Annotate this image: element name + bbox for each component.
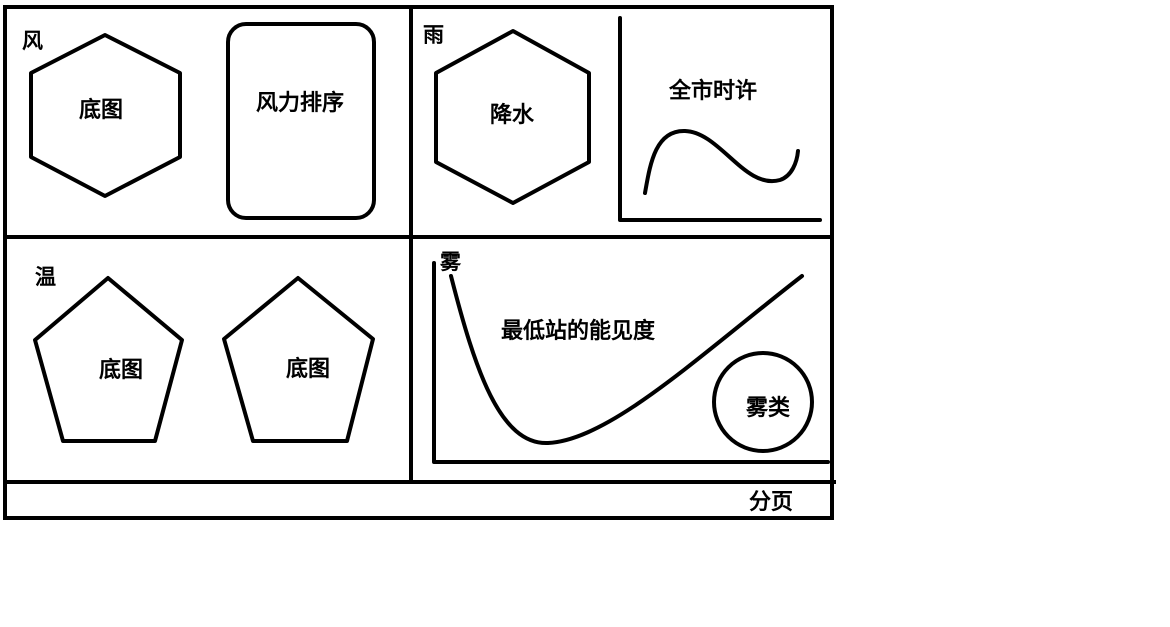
rain-precipitation-hexagon[interactable]: 降水: [434, 29, 591, 205]
fog-title: 雾: [440, 250, 462, 274]
wind-panel: 风 底图 风力排序: [22, 22, 376, 220]
footer: 分页: [749, 490, 793, 515]
rain-hexagon-label: 降水: [490, 103, 535, 128]
rain-chart-axes: [618, 16, 822, 222]
pagination-button[interactable]: 分页: [749, 490, 793, 515]
fog-chart-axes: [432, 261, 830, 464]
wind-ranking-card[interactable]: 风力排序: [226, 22, 376, 220]
wind-title: 风: [22, 29, 43, 53]
rain-title: 雨: [423, 23, 444, 47]
rain-chart-curve: [643, 128, 800, 195]
temperature-basemap-pentagon-left[interactable]: 底图: [33, 276, 184, 443]
fog-chart-label: 最低站的能见度: [501, 318, 656, 344]
temperature-title: 温: [35, 265, 56, 289]
rain-panel: 雨 降水 全市时许: [423, 16, 822, 222]
wind-card-shape: [226, 22, 376, 220]
temperature-panel: 温 底图 底图: [33, 265, 375, 443]
rain-chart-label: 全市时许: [668, 78, 757, 104]
temperature-basemap-pentagon-right[interactable]: 底图: [222, 276, 375, 443]
temperature-pentagon-right-label: 底图: [286, 356, 330, 382]
fog-type-circle[interactable]: 雾类: [712, 351, 814, 453]
wind-basemap-hexagon[interactable]: 底图: [29, 33, 182, 198]
wind-hexagon-label: 底图: [79, 97, 123, 123]
fog-panel: 雾 最低站的能见度 雾类: [432, 250, 830, 464]
wind-card-label: 风力排序: [256, 90, 344, 116]
fog-circle-label: 雾类: [746, 396, 791, 421]
fog-visibility-chart[interactable]: 最低站的能见度: [432, 261, 830, 464]
rain-line-chart[interactable]: 全市时许: [618, 16, 822, 222]
wireframe-diagram: 风 底图 风力排序 雨 降水 全市时许 温 底图 底图 雾 最低站的能见度 雾类…: [3, 5, 836, 520]
temperature-pentagon-left-label: 底图: [99, 357, 143, 383]
